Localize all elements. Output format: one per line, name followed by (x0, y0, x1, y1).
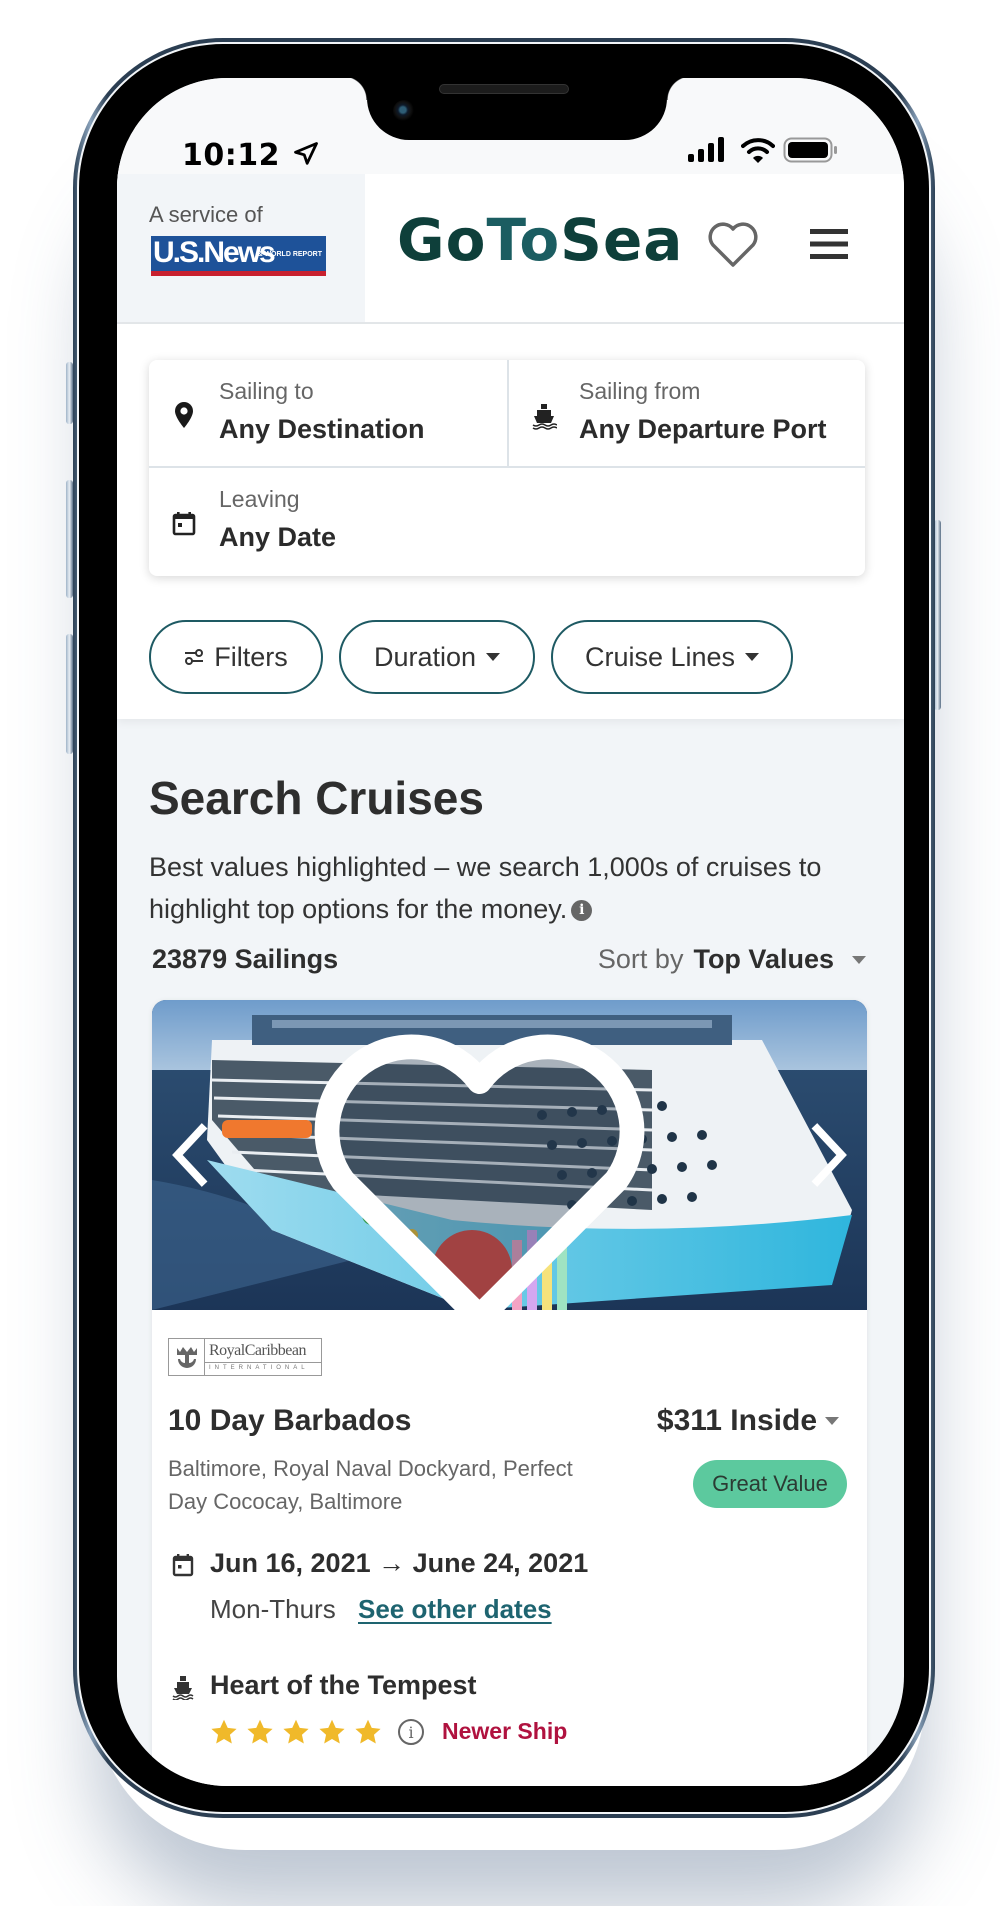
wifi-icon (741, 138, 775, 163)
duration-dropdown[interactable]: Duration (339, 620, 535, 694)
departure-port-field[interactable]: Sailing from Any Departure Port (509, 360, 865, 468)
brand-part-to: To (486, 206, 561, 274)
mute-switch (66, 362, 73, 424)
destination-value: Any Destination (219, 414, 425, 444)
status-time: 10:12 (182, 138, 280, 173)
map-pin-icon (175, 402, 193, 428)
calendar-icon (172, 1554, 194, 1577)
rating-info-icon[interactable]: i (398, 1719, 424, 1745)
sort-dropdown[interactable]: Sort by Top Values (598, 944, 866, 975)
phone-screen: 10:12 A service of U.S.News & WORLD REPO… (117, 78, 904, 1786)
usnews-logo-text: U.S.News (153, 236, 276, 269)
ship-icon (532, 404, 557, 430)
partner-box[interactable]: A service of U.S.News & WORLD REPORT (117, 174, 365, 322)
price-value: $311 Inside (656, 1404, 817, 1437)
volume-down-button (66, 634, 73, 754)
caret-down-icon (852, 955, 866, 964)
star-icon (319, 1719, 345, 1744)
departure-port-label: Sailing from (579, 378, 701, 404)
sailing-dates: Jun 16, 2021 → June 24, 2021 (210, 1548, 589, 1578)
royal-caribbean-crown-icon (169, 1339, 205, 1375)
service-label: A service of (149, 202, 263, 227)
results-description: Best values highlighted – we search 1,00… (149, 846, 849, 930)
gotosea-logo[interactable]: GoToSea (397, 206, 683, 274)
cruise-ports: Baltimore, Royal Naval Dockyard, Perfect… (168, 1456, 573, 1514)
results-description-text: Best values highlighted – we search 1,00… (149, 852, 822, 924)
calendar-icon (172, 512, 196, 536)
location-arrow-icon (294, 142, 318, 165)
star-icon (283, 1719, 309, 1744)
sort-label: Sort by (597, 944, 684, 974)
cruise-lines-dropdown[interactable]: Cruise Lines (551, 620, 793, 694)
page-title: Search Cruises (149, 772, 484, 824)
leaving-date-field[interactable]: Leaving Any Date (149, 468, 865, 576)
power-button (934, 520, 941, 710)
heart-outline-icon[interactable] (707, 220, 759, 270)
battery-icon (783, 137, 837, 163)
usnews-logo-subtext: & WORLD REPORT (257, 251, 322, 258)
save-favorite-icon[interactable] (152, 1032, 837, 1310)
sort-value: Top Values (693, 944, 834, 974)
chevron-left-icon (172, 1123, 208, 1187)
notch (343, 78, 691, 140)
destination-field[interactable]: Sailing to Any Destination (149, 360, 509, 468)
see-other-dates-link[interactable]: See other dates (358, 1594, 552, 1625)
hamburger-menu-icon[interactable] (810, 228, 848, 260)
ship-name[interactable]: Heart of the Tempest (210, 1670, 477, 1701)
caret-down-icon (745, 653, 760, 661)
front-camera (393, 100, 415, 122)
destination-label: Sailing to (219, 378, 314, 404)
ship-icon (172, 1676, 194, 1700)
chevron-right-icon (811, 1123, 847, 1187)
cruise-line-subname: INTERNATIONAL (209, 1365, 309, 1371)
speaker-grille (439, 84, 569, 94)
leaving-value: Any Date (219, 522, 337, 552)
sliders-icon (185, 649, 204, 665)
search-form: Sailing to Any Destination Sailing from … (149, 360, 865, 576)
site-header: A service of U.S.News & WORLD REPORT GoT… (117, 174, 904, 324)
volume-up-button (66, 480, 73, 598)
cruise-line-name: RoyalCaribbean (205, 1339, 321, 1363)
cruise-title[interactable]: 10 Day Barbados (168, 1404, 411, 1438)
ship-photo (152, 1000, 867, 1310)
previous-photo-button[interactable] (164, 1120, 218, 1190)
cruise-result-card[interactable]: RoyalCaribbean INTERNATIONAL 10 Day Barb… (152, 1000, 867, 1786)
cruise-line-logo: RoyalCaribbean INTERNATIONAL (168, 1338, 322, 1376)
cruise-lines-label: Cruise Lines (584, 641, 736, 672)
star-icon (211, 1719, 237, 1744)
sailings-count: 23879 Sailings (152, 944, 339, 974)
star-rating: i (210, 1718, 424, 1746)
newer-ship-tag: Newer Ship (442, 1718, 568, 1744)
caret-down-icon (486, 653, 501, 661)
day-pattern: Mon-Thurs (210, 1594, 336, 1624)
brand-part-sea: Sea (560, 206, 684, 274)
next-photo-button[interactable] (801, 1120, 855, 1190)
brand-part-go: Go (397, 206, 487, 274)
filters-label: Filters (214, 641, 288, 672)
phone-frame: 10:12 A service of U.S.News & WORLD REPO… (73, 38, 935, 1818)
info-icon[interactable]: i (571, 900, 593, 922)
star-icon (247, 1719, 273, 1744)
search-panel: Sailing to Any Destination Sailing from … (117, 324, 904, 719)
departure-port-value: Any Departure Port (579, 414, 827, 444)
caret-down-icon (825, 1417, 839, 1425)
value-badge: Great Value (693, 1460, 847, 1508)
leaving-label: Leaving (219, 486, 300, 512)
star-icon (355, 1719, 381, 1744)
duration-label: Duration (373, 641, 477, 672)
filters-button[interactable]: Filters (149, 620, 323, 694)
usnews-logo[interactable]: U.S.News & WORLD REPORT (151, 236, 326, 276)
price-dropdown[interactable]: $311 Inside (657, 1404, 839, 1438)
cellular-signal-icon (688, 137, 724, 162)
